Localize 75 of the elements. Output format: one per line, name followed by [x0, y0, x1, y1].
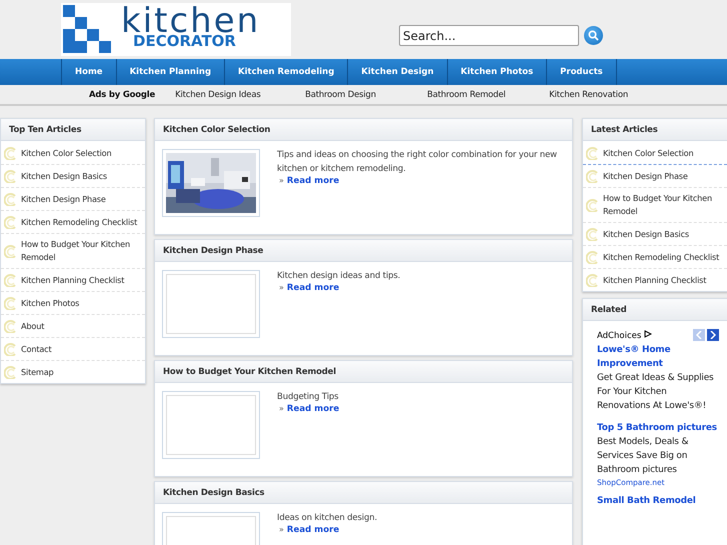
- ad-link[interactable]: Bathroom Design: [305, 90, 416, 100]
- article-link[interactable]: Kitchen Color Selection: [603, 146, 694, 160]
- ad-headline[interactable]: Top 5 Bathroom pictures: [597, 421, 719, 435]
- article-link[interactable]: Kitchen Remodeling Checklist: [21, 216, 138, 228]
- article-link[interactable]: Sitemap: [21, 366, 54, 378]
- swirl-icon: [586, 274, 599, 286]
- article-summary: Budgeting Tips: [277, 391, 340, 404]
- bullet-mark: »: [279, 404, 284, 414]
- bullet-mark: »: [279, 525, 284, 535]
- ad-link[interactable]: Kitchen Design Ideas: [175, 90, 286, 100]
- article-summary: Kitchen design ideas and tips.: [277, 270, 400, 283]
- article-link[interactable]: Kitchen Color Selection: [21, 146, 112, 160]
- article-link[interactable]: Kitchen Planning Checklist: [603, 274, 706, 286]
- article-summary: Ideas on kitchen design.: [277, 512, 377, 525]
- read-more-link[interactable]: Read more: [286, 176, 340, 186]
- nav-link[interactable]: Kitchen Planning: [116, 59, 224, 85]
- article-link[interactable]: Kitchen Remodeling Checklist: [603, 250, 720, 264]
- article-link[interactable]: Kitchen Design Basics: [21, 170, 107, 182]
- swirl-icon: [586, 170, 599, 182]
- article-link[interactable]: Kitchen Planning Checklist: [21, 274, 124, 286]
- article-link[interactable]: How to Budget Your Kitchen Remodel: [603, 192, 726, 218]
- swirl-icon: [586, 198, 599, 212]
- adchoices-label[interactable]: AdChoices: [597, 330, 652, 340]
- swirl-icon: [4, 170, 17, 182]
- play-icon: [644, 330, 652, 338]
- bullet-mark: »: [279, 176, 284, 186]
- swirl-icon: [586, 146, 599, 160]
- swirl-icon: [4, 244, 17, 258]
- search-field[interactable]: Search...: [399, 25, 579, 46]
- swirl-icon: [4, 366, 17, 378]
- search-button[interactable]: [584, 26, 603, 45]
- swirl-icon: [4, 216, 17, 228]
- ad-headline[interactable]: Small Bath Remodel: [597, 494, 719, 508]
- search-icon: [588, 30, 599, 41]
- nav-link[interactable]: Home: [61, 59, 116, 85]
- nav-link[interactable]: Kitchen Remodeling: [224, 59, 348, 85]
- swirl-icon: [4, 342, 17, 356]
- article-link[interactable]: Kitchen Design Basics: [603, 228, 689, 240]
- article-title: How to Budget Your Kitchen Remodel: [155, 361, 572, 383]
- article-title: Kitchen Design Basics: [155, 482, 572, 504]
- next-button[interactable]: [707, 329, 719, 341]
- bullet-mark: »: [279, 283, 284, 293]
- article-link[interactable]: Kitchen Design Phase: [603, 170, 688, 182]
- swirl-icon: [4, 146, 17, 160]
- read-more-link[interactable]: Read more: [286, 283, 340, 293]
- article-link[interactable]: Kitchen Design Phase: [21, 192, 106, 206]
- ad-headline[interactable]: Lowe's® Home Improvement: [597, 343, 719, 371]
- swirl-icon: [586, 250, 599, 264]
- article-title: Kitchen Color Selection: [155, 119, 572, 141]
- article-title: Kitchen Design Phase: [155, 240, 572, 262]
- ad-text: Get Great Ideas & Supplies For Your Kitchen Renovations At Lowe's®!: [597, 372, 715, 413]
- nav-link[interactable]: Kitchen Design: [347, 59, 447, 85]
- swirl-icon: [4, 274, 17, 286]
- ad-text: Best Models, Deals & Services Save Big on Bathroom pictures: [597, 436, 690, 477]
- panel-title: Related: [583, 299, 727, 321]
- chevron-right-icon: [710, 331, 716, 339]
- panel-title: Top Ten Articles: [1, 119, 145, 141]
- article-summary: Tips and ideas on choosing the right color combination for your new kitchen or kitchem remodeling.: [277, 149, 558, 176]
- read-more-link[interactable]: Read more: [286, 525, 340, 535]
- ads-label[interactable]: Ads by Google: [89, 90, 156, 100]
- panel-title: Latest Articles: [583, 119, 727, 141]
- article-link[interactable]: How to Budget Your Kitchen Remodel: [21, 238, 144, 264]
- ad-link[interactable]: Bathroom Remodel: [427, 90, 538, 100]
- ad-link[interactable]: Kitchen Renovation: [549, 90, 660, 100]
- swirl-icon: [4, 320, 17, 332]
- swirl-icon: [4, 192, 17, 206]
- read-more-link[interactable]: Read more: [286, 404, 340, 414]
- article-link[interactable]: Kitchen Photos: [21, 296, 80, 310]
- chevron-left-icon: [696, 331, 702, 339]
- nav-link[interactable]: Products: [546, 59, 617, 85]
- swirl-icon: [4, 296, 17, 310]
- nav-link[interactable]: Kitchen Photos: [446, 59, 546, 85]
- swirl-icon: [586, 228, 599, 240]
- article-link[interactable]: About: [21, 320, 44, 332]
- article-link[interactable]: Contact: [21, 342, 52, 356]
